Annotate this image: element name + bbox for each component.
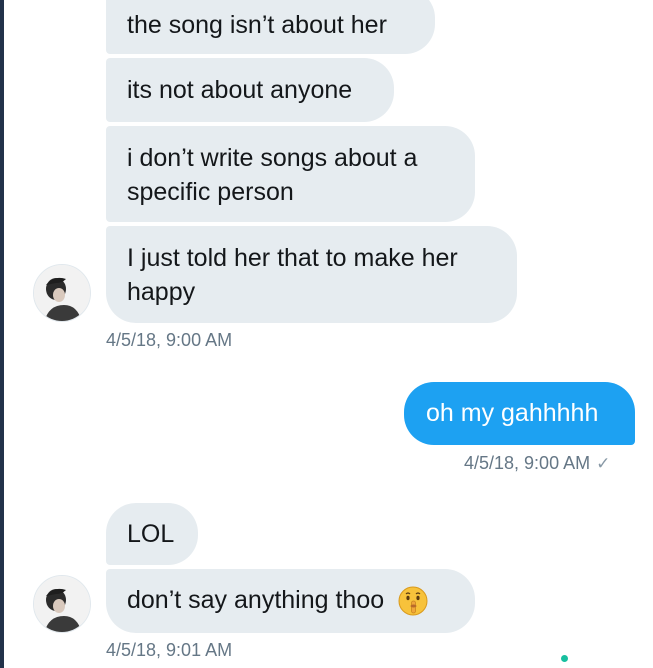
message-text-line: happy	[127, 278, 196, 306]
message-bubble-outgoing[interactable]: oh my gahhhhh	[404, 382, 635, 445]
message-text: its not about anyone	[127, 76, 353, 104]
avatar-photo-icon	[34, 576, 90, 632]
message-text-line: specific person	[127, 178, 294, 206]
sender-avatar[interactable]	[33, 575, 91, 633]
sender-avatar[interactable]	[33, 264, 91, 322]
left-border	[0, 0, 4, 668]
message-bubble-incoming[interactable]: the song isn’t about her	[106, 0, 435, 54]
message-text: oh my gahhhhh	[426, 399, 599, 427]
timestamp-text: 4/5/18, 9:00 AM	[464, 453, 591, 473]
message-bubble-incoming[interactable]: i don’t write songs about a specific per…	[106, 126, 475, 222]
message-text: the song isn’t about her	[127, 11, 387, 39]
message-text-line: i don’t write songs about a	[127, 144, 418, 172]
message-bubble-incoming[interactable]: its not about anyone	[106, 58, 394, 122]
avatar-photo-icon	[34, 265, 90, 321]
message-timestamp: 4/5/18, 9:00 AM	[106, 330, 233, 350]
online-indicator-dot	[561, 655, 568, 662]
message-bubble-incoming[interactable]: I just told her that to make her happy	[106, 226, 517, 323]
message-text: don’t say anything thoo	[127, 586, 385, 614]
message-bubble-incoming[interactable]: LOL	[106, 503, 198, 565]
dm-conversation-screen: the song isn’t about her its not about a…	[0, 0, 653, 668]
shushing-face-emoji-icon	[397, 585, 429, 617]
message-bubble-incoming[interactable]: don’t say anything thoo	[106, 569, 475, 633]
message-text-line: I just told her that to make her	[127, 244, 458, 272]
checkmark-icon: ✓	[596, 454, 611, 473]
message-timestamp: 4/5/18, 9:01 AM	[106, 640, 233, 660]
message-timestamp: 4/5/18, 9:00 AM ✓	[464, 453, 610, 474]
message-text: LOL	[127, 520, 175, 548]
